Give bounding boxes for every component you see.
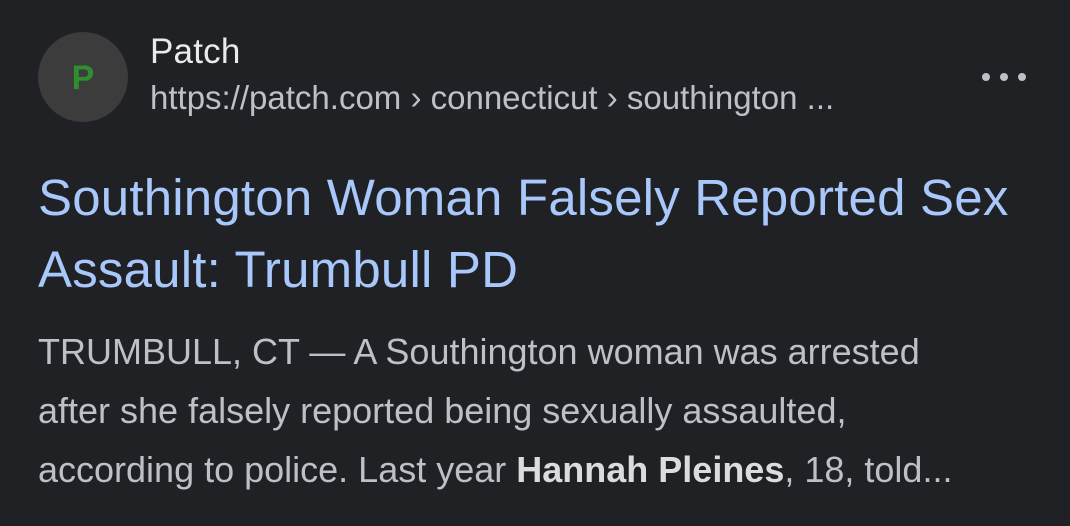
snippet-line-3-suffix: , 18, told... [784, 449, 953, 490]
result-source[interactable]: P Patch https://patch.com › connecticut … [38, 32, 834, 122]
more-options-icon [1018, 73, 1026, 81]
more-options-button[interactable] [974, 62, 1034, 92]
site-name: Patch [150, 32, 241, 71]
result-snippet: TRUMBULL, CT — A Southington woman was a… [38, 322, 1038, 499]
search-result-card: P Patch https://patch.com › connecticut … [0, 0, 1070, 526]
snippet-line-3: according to police. Last year Hannah Pl… [38, 440, 1038, 499]
result-title-link[interactable]: Southington Woman Falsely Reported Sex A… [38, 162, 1018, 306]
snippet-highlighted-name: Hannah Pleines [516, 449, 785, 490]
source-text: Patch https://patch.com › connecticut › … [150, 32, 834, 118]
more-options-icon [982, 73, 990, 81]
url-breadcrumb: https://patch.com › connecticut › southi… [150, 79, 835, 116]
snippet-line-1: TRUMBULL, CT — A Southington woman was a… [38, 331, 920, 372]
snippet-line-2: after she falsely reported being sexuall… [38, 390, 847, 431]
favicon-letter: P [71, 59, 95, 97]
more-options-icon [1000, 73, 1008, 81]
patch-logo-icon: P [38, 32, 128, 122]
snippet-line-3-prefix: according to police. Last year [38, 449, 517, 490]
